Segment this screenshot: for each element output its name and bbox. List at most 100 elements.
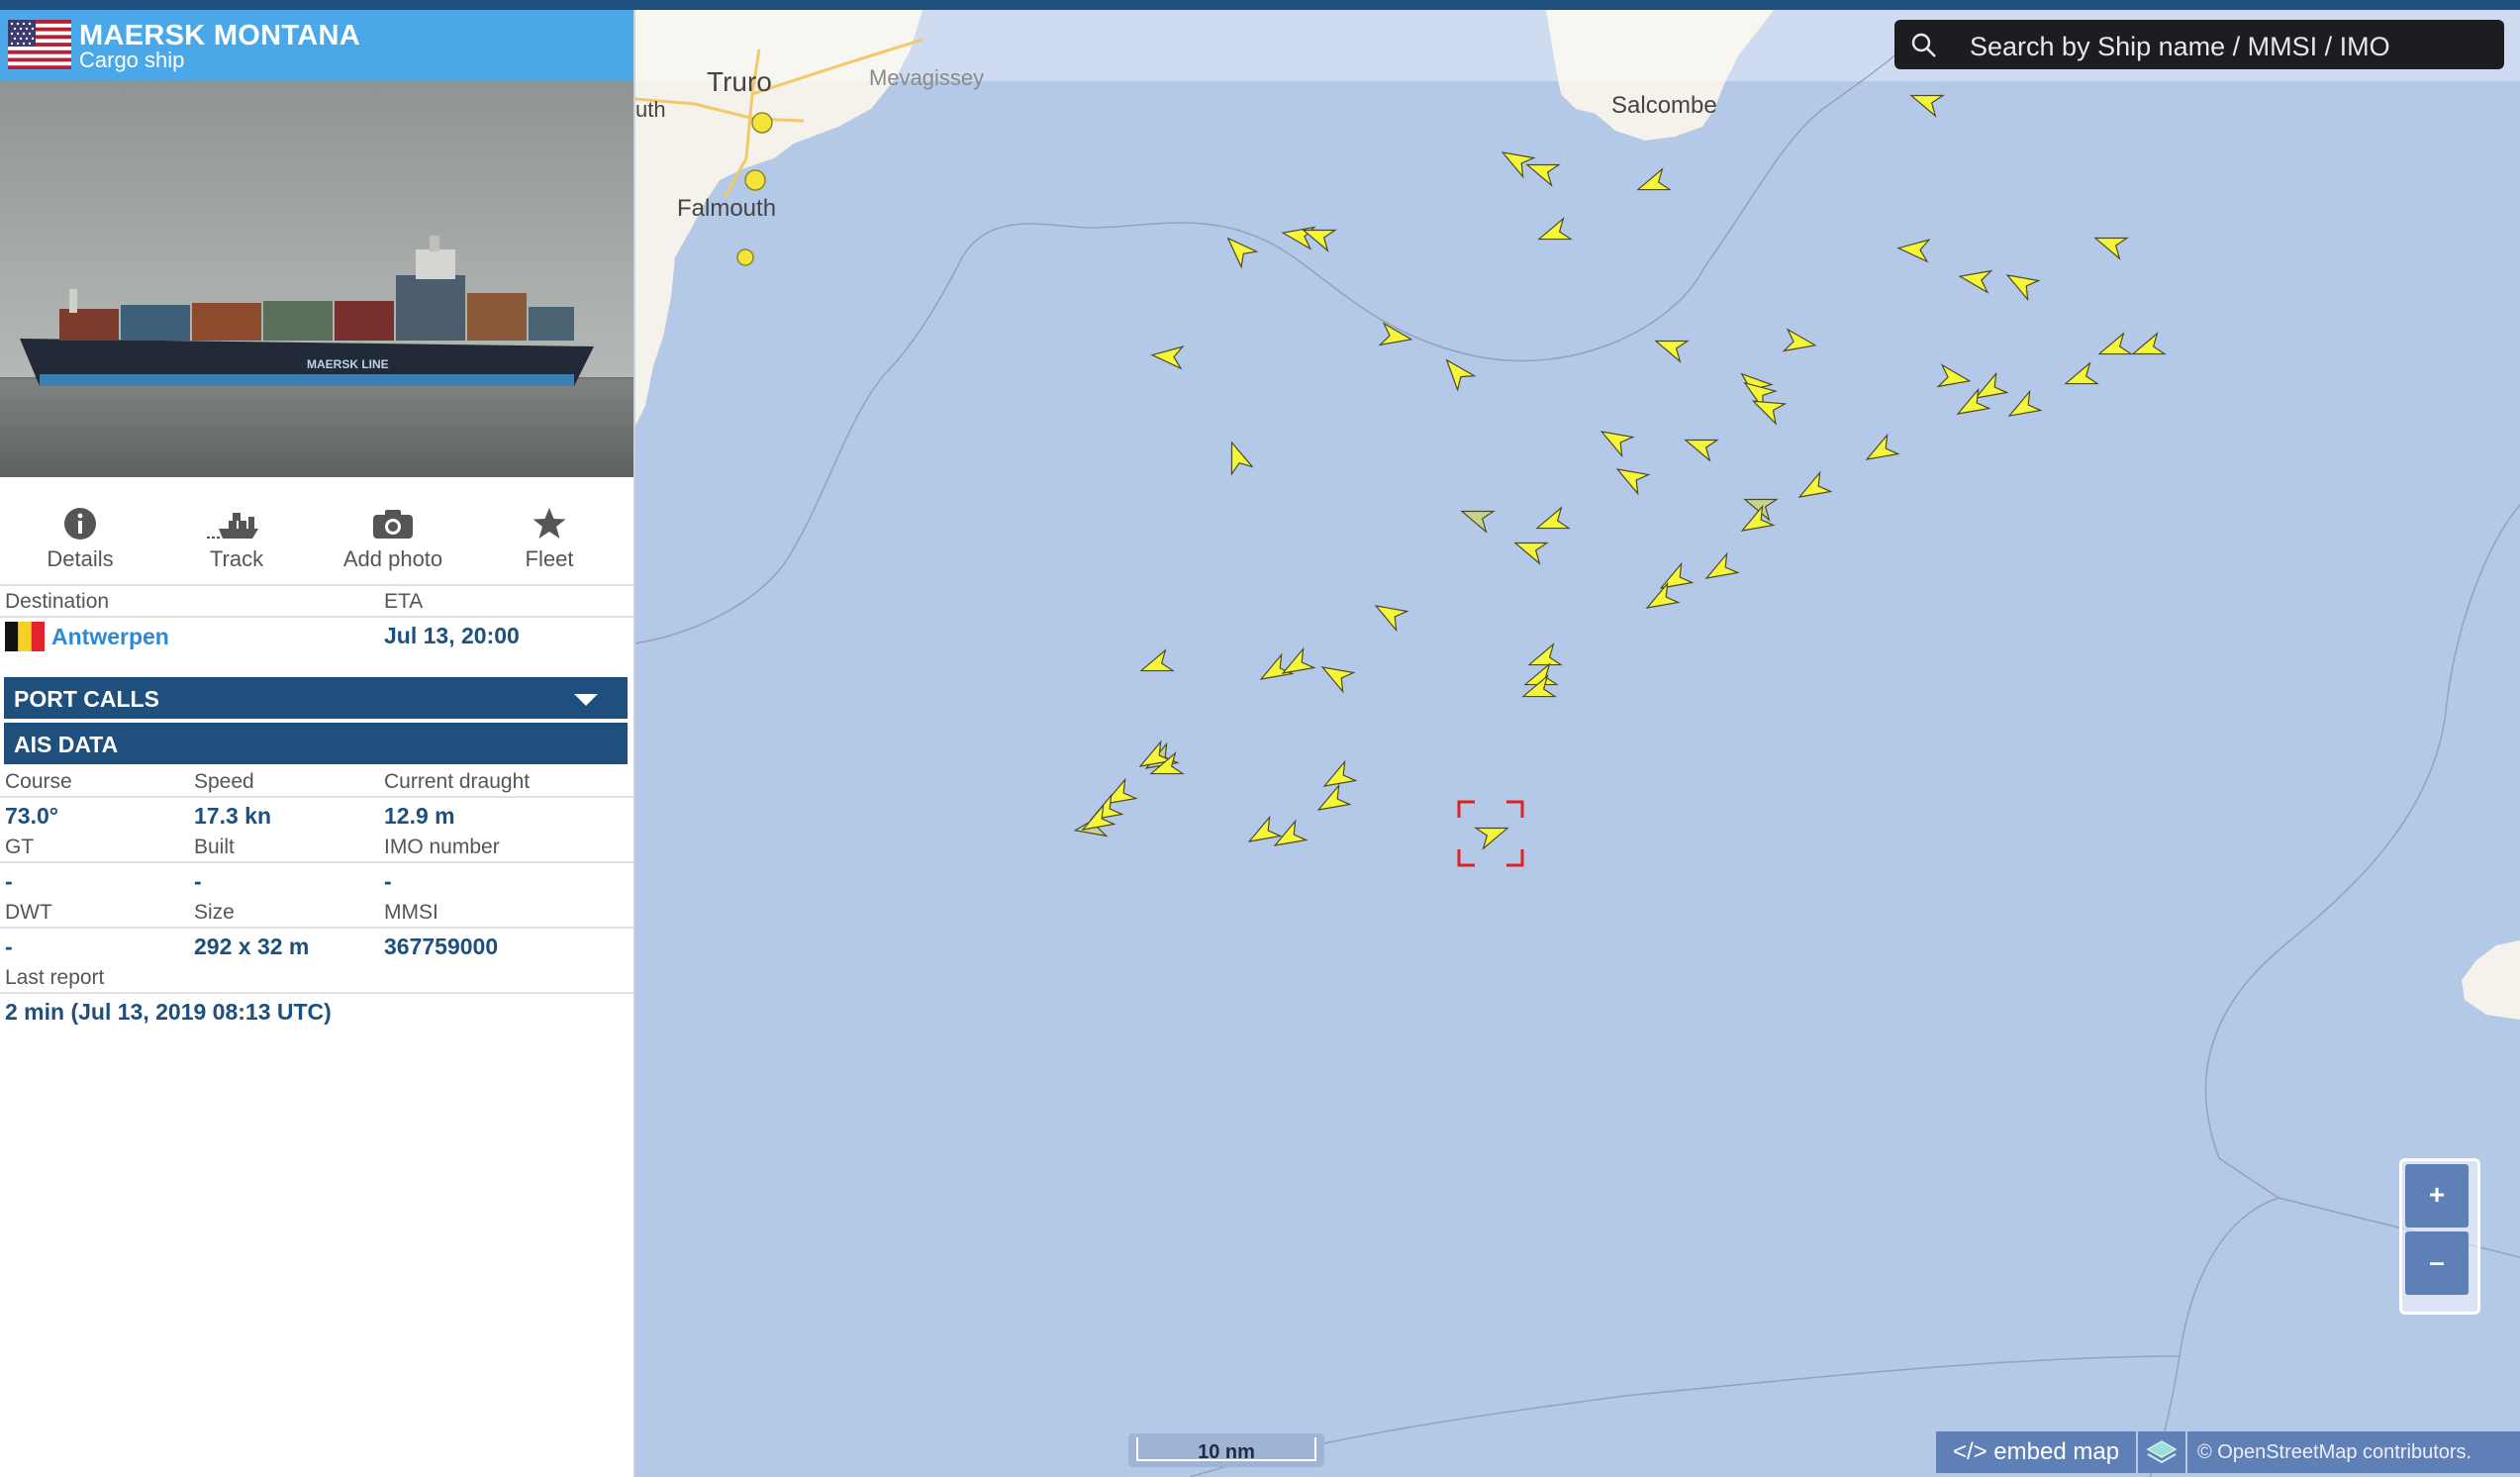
destination-label: Destination <box>5 590 110 613</box>
ship-marker[interactable] <box>2091 228 2129 260</box>
speed-label: Speed <box>194 770 254 793</box>
ship-marker[interactable] <box>2004 389 2043 425</box>
hull-lettering: MAERSK LINE <box>307 357 389 371</box>
port-calls-title: PORT CALLS <box>14 686 159 712</box>
zoom-in-button[interactable]: + <box>2405 1164 2469 1228</box>
imo-label: IMO number <box>384 836 500 858</box>
ais-data-title: AIS DATA <box>14 732 119 757</box>
tab-details[interactable]: Details <box>2 495 158 580</box>
land-island <box>2462 940 2520 1020</box>
divider <box>0 616 633 618</box>
ship-marker[interactable] <box>1438 353 1477 392</box>
mmsi-value: 367759000 <box>384 934 499 959</box>
course-value: 73.0° <box>5 803 58 829</box>
divider <box>0 927 633 929</box>
ship-marker[interactable] <box>1371 596 1409 633</box>
ship-marker[interactable] <box>1533 506 1571 539</box>
tab-label: Fleet <box>525 546 574 571</box>
tab-label: Add photo <box>342 546 443 571</box>
info-icon <box>64 508 96 540</box>
map-attribution: © OpenStreetMap contributors. <box>2187 1431 2520 1473</box>
ship-marker[interactable] <box>2095 332 2133 364</box>
vessel-search-box[interactable]: Search by Ship name / MMSI / IMO <box>1894 20 2504 69</box>
dwt-value: - <box>5 934 13 959</box>
ship-marker[interactable] <box>1907 85 1945 118</box>
search-icon <box>1911 33 1936 57</box>
map-canvas[interactable]: Truro Mevagissey Falmouth Salcombe uth <box>635 10 2520 1477</box>
embed-map-button[interactable]: </> embed map <box>1936 1431 2136 1473</box>
ship-marker[interactable] <box>1597 422 1635 458</box>
star-icon <box>533 508 566 539</box>
ship-track-icon <box>207 513 258 539</box>
ship-marker[interactable] <box>1317 657 1356 694</box>
speed-value: 17.3 kn <box>194 803 271 829</box>
ship-marker[interactable] <box>1682 430 1719 462</box>
tab-track[interactable]: Track <box>158 495 315 580</box>
ship-marker[interactable] <box>1313 783 1352 819</box>
ship-marker[interactable] <box>1221 439 1254 476</box>
ship-marker[interactable] <box>1458 501 1496 534</box>
ship-marker[interactable] <box>1498 143 1536 179</box>
divider <box>0 992 633 994</box>
ship-marker[interactable] <box>1535 217 1573 249</box>
place-label-salcombe: Salcombe <box>1611 92 1717 119</box>
destination-link[interactable]: Antwerpen <box>51 624 169 650</box>
ship-marker[interactable] <box>1958 265 1993 294</box>
zoom-out-button[interactable]: – <box>2405 1231 2469 1295</box>
top-accent-bar <box>0 0 2520 10</box>
ship-marker[interactable] <box>1701 551 1740 587</box>
ship-marker[interactable] <box>1137 648 1175 681</box>
ship-marker[interactable] <box>1474 818 1511 850</box>
chevron-down-icon <box>574 694 598 706</box>
ship-marker[interactable] <box>1150 345 1185 370</box>
ship-marker[interactable] <box>1220 231 1259 269</box>
ship-marker[interactable] <box>1612 459 1651 496</box>
ship-marker[interactable] <box>1735 365 1774 404</box>
map-view[interactable]: Truro Mevagissey Falmouth Salcombe uth S… <box>635 10 2520 1477</box>
tab-fleet[interactable]: Fleet <box>471 495 628 580</box>
boundary-lines <box>635 19 2520 1477</box>
size-value: 292 x 32 m <box>194 934 310 959</box>
port-calls-header[interactable]: PORT CALLS <box>4 677 628 719</box>
eta-label: ETA <box>384 590 424 613</box>
vessel-type: Cargo ship <box>79 48 185 72</box>
us-flag-icon <box>8 20 71 69</box>
ais-data-header[interactable]: AIS DATA <box>4 723 628 764</box>
ship-markers <box>1073 85 2167 854</box>
tab-label: Details <box>47 546 114 571</box>
built-label: Built <box>194 836 235 858</box>
vessel-header: MAERSK MONTANA Cargo ship <box>0 10 633 81</box>
dwt-label: DWT <box>5 901 52 924</box>
draught-label: Current draught <box>384 770 531 793</box>
tab-add-photo[interactable]: Add photo <box>315 495 471 580</box>
tab-label: Track <box>209 546 264 571</box>
ship-marker[interactable] <box>1511 533 1549 565</box>
belgium-flag-icon <box>5 622 45 651</box>
ship-marker[interactable] <box>1794 470 1833 506</box>
ship-marker[interactable] <box>1896 238 1931 263</box>
built-value: - <box>194 868 202 894</box>
divider <box>0 861 633 863</box>
ship-marker[interactable] <box>1652 331 1690 363</box>
size-label: Size <box>194 901 235 924</box>
ship-marker[interactable] <box>1737 504 1776 540</box>
place-label-falmouth: Falmouth <box>677 195 776 222</box>
ship-marker[interactable] <box>2002 265 2041 302</box>
zoom-controls: + – <box>2399 1158 2480 1315</box>
imo-value: - <box>384 868 392 894</box>
ship-marker[interactable] <box>1270 819 1308 854</box>
divider <box>0 796 633 798</box>
map-layers-button[interactable] <box>2138 1431 2185 1473</box>
ship-marker[interactable] <box>1782 328 1817 356</box>
ship-marker[interactable] <box>1936 363 1972 392</box>
ship-marker[interactable] <box>1862 433 1900 468</box>
gt-value: - <box>5 868 13 894</box>
place-label-partial: uth <box>635 97 666 122</box>
ship-marker[interactable] <box>2129 332 2167 364</box>
gt-label: GT <box>5 836 35 858</box>
eta-value: Jul 13, 20:00 <box>384 623 520 648</box>
ship-marker[interactable] <box>1278 646 1316 682</box>
ship-marker[interactable] <box>1634 167 1672 200</box>
camera-icon <box>373 510 413 539</box>
ship-marker[interactable] <box>2062 361 2099 394</box>
